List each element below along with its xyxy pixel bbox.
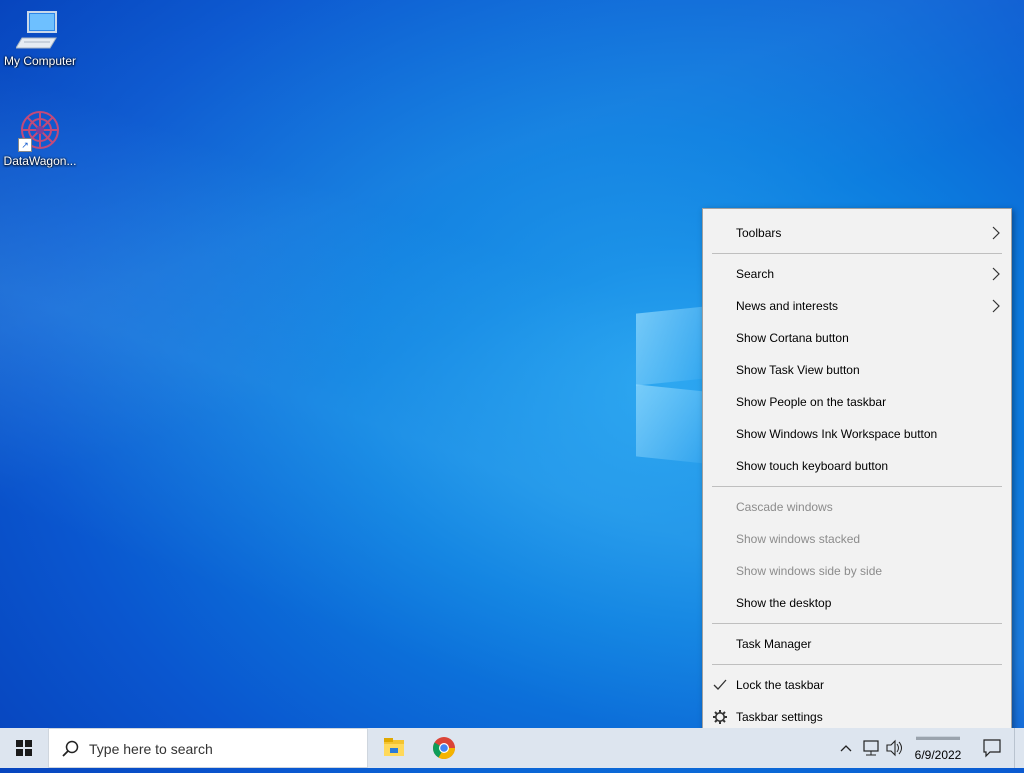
computer-icon	[15, 8, 64, 52]
network-icon	[863, 740, 879, 756]
search-placeholder: Type here to search	[89, 741, 213, 757]
checkmark-icon	[712, 669, 728, 701]
menu-item-label: Taskbar settings	[736, 710, 823, 724]
taskbar-clock[interactable]: ▬▬▬▬ 6/9/2022	[906, 728, 970, 768]
taskbar-search-box[interactable]: Type here to search	[48, 728, 368, 768]
desktop-icon-label: My Computer	[3, 54, 77, 68]
taskbar-file-explorer[interactable]	[370, 728, 418, 768]
menu-item-label: Show Task View button	[736, 363, 860, 377]
menu-item-lock-taskbar[interactable]: Lock the taskbar	[703, 669, 1011, 701]
menu-item-show-touch-keyboard[interactable]: Show touch keyboard button	[703, 450, 1011, 482]
taskbar-context-menu: Toolbars Search News and interests Show …	[702, 208, 1012, 740]
chevron-right-icon	[989, 258, 1003, 290]
menu-item-task-manager[interactable]: Task Manager	[703, 628, 1011, 660]
menu-item-show-cortana-button[interactable]: Show Cortana button	[703, 322, 1011, 354]
search-icon	[61, 739, 81, 759]
desktop-icon-my-computer[interactable]: My Computer	[0, 8, 80, 68]
taskbar-chrome[interactable]	[420, 728, 468, 768]
show-desktop-button[interactable]	[1014, 728, 1024, 768]
chevron-right-icon	[989, 290, 1003, 322]
menu-item-toolbars[interactable]: Toolbars	[703, 217, 1011, 249]
clock-time-obscured: ▬▬▬▬	[916, 731, 960, 743]
desktop-icon-label: DataWagon...	[3, 154, 77, 168]
menu-item-label: Show windows side by side	[736, 564, 883, 578]
volume-tray-button[interactable]	[884, 728, 906, 768]
menu-item-cascade-windows: Cascade windows	[703, 491, 1011, 523]
menu-item-show-people[interactable]: Show People on the taskbar	[703, 386, 1011, 418]
menu-item-news-and-interests[interactable]: News and interests	[703, 290, 1011, 322]
menu-item-label: Show People on the taskbar	[736, 395, 887, 409]
menu-item-label: Cascade windows	[736, 500, 833, 514]
menu-item-label: Toolbars	[736, 226, 782, 240]
start-button[interactable]	[0, 728, 48, 768]
menu-item-label: Show the desktop	[736, 596, 832, 610]
menu-item-label: Show windows stacked	[736, 532, 861, 546]
windows-logo-icon	[16, 740, 32, 756]
shortcut-arrow-icon: ↗	[18, 138, 32, 152]
menu-item-show-windows-side-by-side: Show windows side by side	[703, 555, 1011, 587]
chrome-icon	[433, 737, 455, 759]
notification-icon	[983, 739, 1001, 758]
network-tray-button[interactable]	[860, 728, 884, 768]
menu-item-show-desktop[interactable]: Show the desktop	[703, 587, 1011, 619]
menu-item-label: Search	[736, 267, 775, 281]
chevron-right-icon	[989, 217, 1003, 249]
menu-separator	[712, 486, 1002, 487]
menu-separator	[712, 253, 1002, 254]
menu-item-label: Lock the taskbar	[736, 678, 825, 692]
menu-item-label: Show Cortana button	[736, 331, 849, 345]
menu-item-label: Show touch keyboard button	[736, 459, 889, 473]
menu-item-label: News and interests	[736, 299, 839, 313]
show-hidden-icons-button[interactable]	[836, 728, 856, 768]
menu-item-label: Task Manager	[736, 637, 812, 651]
menu-separator	[712, 623, 1002, 624]
speaker-icon	[886, 739, 902, 757]
menu-separator	[712, 664, 1002, 665]
taskbar[interactable]: Type here to search ▬▬▬▬ 6/9/2022	[0, 728, 1024, 768]
file-explorer-icon	[384, 738, 404, 756]
menu-item-show-ink-workspace[interactable]: Show Windows Ink Workspace button	[703, 418, 1011, 450]
menu-item-show-task-view-button[interactable]: Show Task View button	[703, 354, 1011, 386]
menu-item-label: Show Windows Ink Workspace button	[736, 427, 938, 441]
desktop-icon-datawagon[interactable]: ↗ DataWagon...	[0, 108, 80, 168]
action-center-button[interactable]	[978, 728, 1006, 768]
chevron-up-icon	[840, 745, 852, 752]
clock-date: 6/9/2022	[914, 748, 962, 762]
menu-item-show-windows-stacked: Show windows stacked	[703, 523, 1011, 555]
menu-item-search[interactable]: Search	[703, 258, 1011, 290]
datawagon-app-icon: ↗	[16, 108, 64, 152]
